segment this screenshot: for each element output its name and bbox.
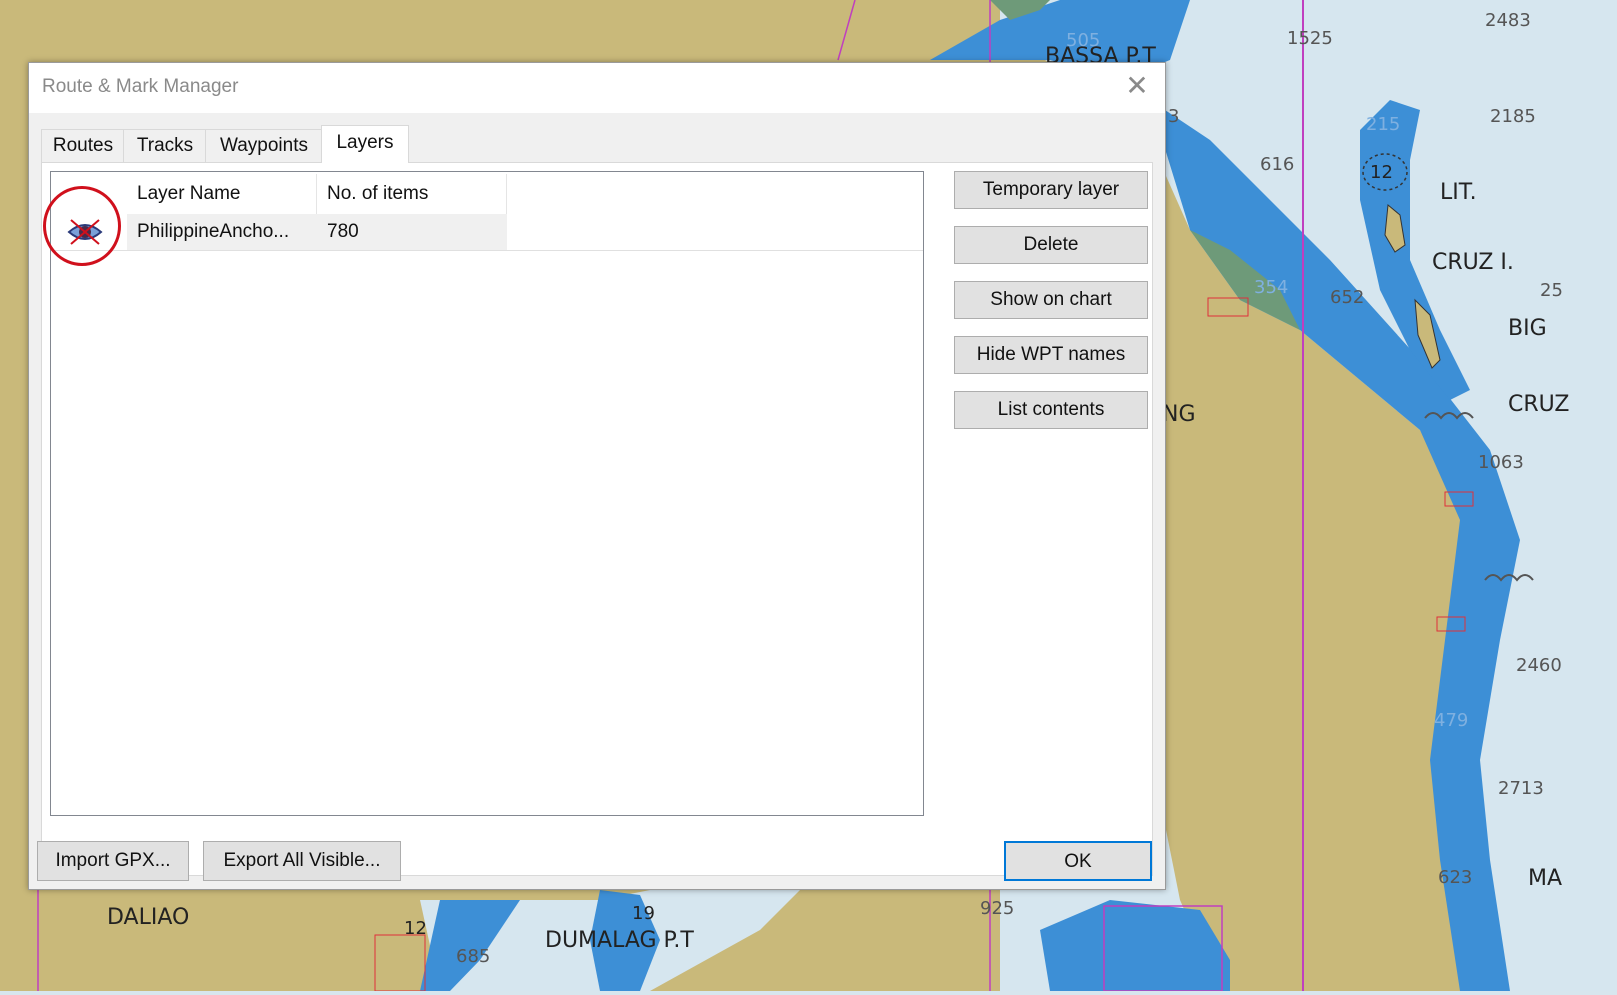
depth-label: 652 (1330, 287, 1365, 308)
depth-label: 2185 (1490, 106, 1536, 127)
layer-list[interactable]: Layer Name No. of items PhilippineAncho.… (43, 171, 924, 816)
depth-label: 479 (1434, 710, 1469, 731)
depth-label: 1525 (1287, 28, 1333, 49)
layer-name-cell: PhilippineAncho... (127, 214, 317, 250)
annotation-highlight-circle (43, 186, 121, 266)
import-gpx-button[interactable]: Import GPX... (37, 841, 189, 881)
chart-label-dumalag: DUMALAG P.T (545, 928, 694, 953)
depth-label: 1063 (1478, 452, 1524, 473)
depth-label: 2483 (1485, 10, 1531, 31)
depth-label: 215 (1366, 114, 1401, 135)
column-header-item-count[interactable]: No. of items (317, 174, 507, 214)
export-all-visible-button[interactable]: Export All Visible... (203, 841, 401, 881)
depth-label: 3 (1168, 106, 1180, 127)
chart-label-ma: MA (1528, 866, 1563, 891)
column-header-layer-name[interactable]: Layer Name (127, 174, 317, 214)
depth-label: 616 (1260, 154, 1295, 175)
dialog-client-area: Routes Tracks Waypoints Layers Layer Nam… (29, 113, 1165, 889)
layers-tab-panel: Layer Name No. of items PhilippineAncho.… (41, 162, 1153, 876)
chart-label-cruz: CRUZ (1508, 392, 1570, 417)
depth-label: 25 (1540, 280, 1563, 301)
chart-label-cruz-i: CRUZ I. (1432, 250, 1514, 275)
ok-button[interactable]: OK (1004, 841, 1152, 881)
item-count-cell: 780 (317, 214, 507, 250)
table-row[interactable]: PhilippineAncho... 780 (43, 186, 923, 266)
depth-label: 505 (1066, 30, 1101, 51)
depth-label: 925 (980, 898, 1015, 919)
depth-label: 2713 (1498, 778, 1544, 799)
chart-label-big: BIG (1508, 316, 1547, 341)
route-mark-manager-dialog: Route & Mark Manager ✕ Routes Tracks Way… (28, 62, 1166, 890)
depth-label: 623 (1438, 867, 1473, 888)
layer-visibility-toggle[interactable] (43, 186, 125, 266)
close-icon[interactable]: ✕ (1121, 71, 1153, 103)
list-contents-button[interactable]: List contents (954, 391, 1148, 429)
depth-label: 19 (632, 903, 655, 924)
tab-routes[interactable]: Routes (41, 129, 125, 162)
tab-waypoints[interactable]: Waypoints (205, 129, 323, 162)
depth-label: 685 (456, 946, 491, 967)
chart-label-daliao: DALIAO (107, 905, 190, 930)
tab-layers[interactable]: Layers (321, 125, 409, 163)
dialog-title: Route & Mark Manager (42, 76, 239, 97)
show-on-chart-button[interactable]: Show on chart (954, 281, 1148, 319)
temporary-layer-button[interactable]: Temporary layer (954, 171, 1148, 209)
depth-label: 354 (1254, 277, 1289, 298)
tab-tracks[interactable]: Tracks (123, 129, 207, 162)
chart-label-ng: NG (1162, 402, 1196, 427)
dialog-titlebar[interactable]: Route & Mark Manager ✕ (29, 63, 1165, 113)
hide-wpt-names-button[interactable]: Hide WPT names (954, 336, 1148, 374)
depth-label: 2460 (1516, 655, 1562, 676)
delete-button[interactable]: Delete (954, 226, 1148, 264)
depth-label: 12 (1370, 162, 1393, 183)
depth-label: 12 (404, 918, 427, 939)
chart-label-lit: LIT. (1440, 180, 1477, 205)
